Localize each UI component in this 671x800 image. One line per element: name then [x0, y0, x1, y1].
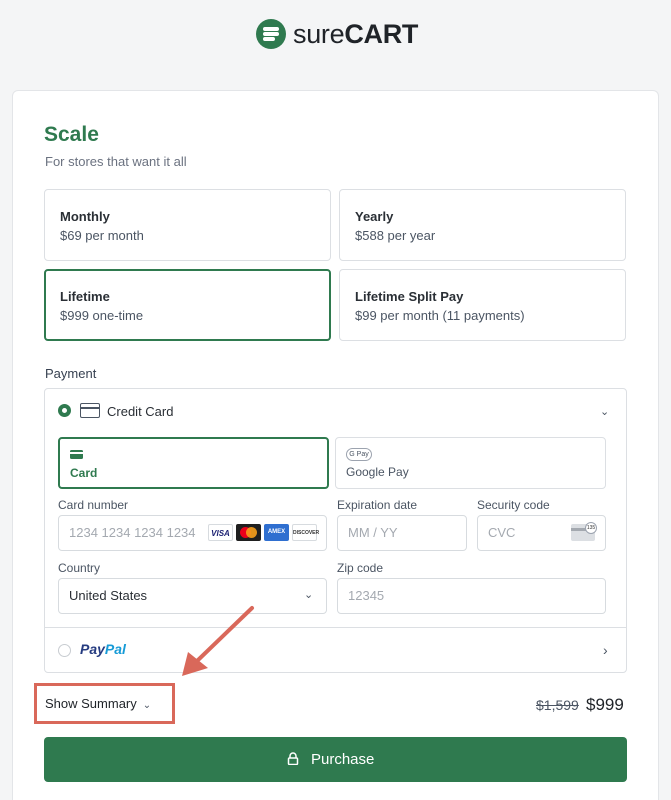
chevron-down-icon: ⌄ [304, 589, 314, 601]
plan-name: Lifetime [60, 289, 110, 304]
plan-price: $588 per year [355, 228, 436, 243]
chevron-right-icon[interactable]: › [603, 642, 608, 658]
credit-card-icon [80, 403, 100, 418]
plan-price: $69 per month [60, 228, 144, 243]
cvc-card-icon: 135 [571, 522, 597, 541]
card-number-placeholder: 1234 1234 1234 1234 [69, 525, 196, 540]
paypal-radio[interactable] [58, 644, 71, 657]
expiration-input[interactable]: MM / YY [337, 515, 467, 551]
plan-option-lifetime-split-pay[interactable]: Lifetime Split Pay $99 per month (11 pay… [339, 269, 626, 341]
country-label: Country [58, 561, 101, 575]
card-icon [70, 450, 83, 459]
chevron-down-icon: ⌄ [142, 700, 152, 711]
original-price: $1,599 [536, 697, 579, 713]
arrow-annotation [182, 606, 254, 676]
amex-icon: AMEX [264, 524, 289, 541]
expiration-placeholder: MM / YY [348, 525, 398, 540]
credit-card-label[interactable]: Credit Card [107, 404, 173, 419]
zip-code-label: Zip code [337, 561, 384, 575]
plan-name: Lifetime Split Pay [355, 289, 464, 304]
plan-name: Yearly [355, 209, 394, 224]
plan-option-yearly[interactable]: Yearly $588 per year [339, 189, 626, 261]
plan-name: Monthly [60, 209, 110, 224]
plan-option-monthly[interactable]: Monthly $69 per month [44, 189, 331, 261]
product-subtitle: For stores that want it all [45, 154, 187, 169]
discover-icon: DISCOVER [292, 524, 319, 541]
plan-price: $99 per month (11 payments) [355, 308, 525, 323]
card-number-label: Card number [58, 498, 129, 512]
product-title: Scale [44, 123, 99, 146]
surecart-logo: sureCART [256, 18, 418, 50]
country-value: United States [69, 588, 148, 603]
mastercard-icon [236, 524, 261, 541]
security-code-label: Security code [477, 498, 550, 512]
tab-google-pay[interactable]: G Pay Google Pay [335, 437, 606, 489]
paypal-logo[interactable]: PayPal [80, 641, 126, 657]
tab-card[interactable]: Card [58, 437, 329, 489]
security-code-placeholder: CVC [488, 525, 516, 540]
logo-text: sureCART [293, 18, 419, 49]
plan-option-lifetime[interactable]: Lifetime $999 one-time [44, 269, 331, 341]
payment-divider [44, 627, 627, 628]
expiration-label: Expiration date [337, 498, 418, 512]
tab-google-pay-label: Google Pay [346, 465, 409, 479]
chevron-down-icon[interactable]: ⌄ [600, 405, 609, 418]
plan-price: $999 one-time [60, 308, 144, 323]
zip-code-input[interactable]: 12345 [337, 578, 606, 614]
show-summary-button[interactable]: Show Summary ⌄ [45, 696, 151, 711]
lock-icon [287, 752, 299, 765]
logo-icon [256, 19, 286, 49]
purchase-label: Purchase [311, 751, 375, 768]
payment-section-label: Payment [45, 366, 97, 381]
zip-code-placeholder: 12345 [348, 588, 385, 603]
tab-card-label: Card [70, 466, 98, 480]
total-price: $999 [586, 695, 624, 714]
visa-icon: VISA [208, 524, 233, 541]
google-pay-icon: G Pay [346, 448, 372, 461]
credit-card-radio[interactable] [58, 404, 71, 417]
